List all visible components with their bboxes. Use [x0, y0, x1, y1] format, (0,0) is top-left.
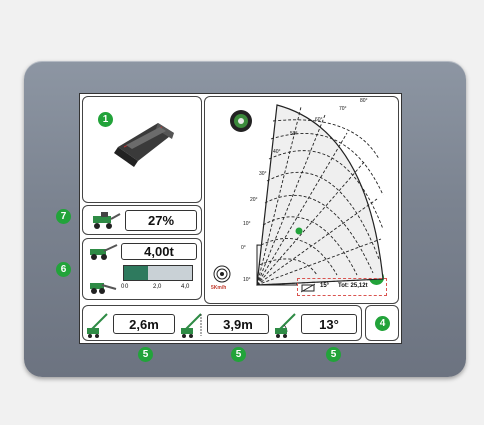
- attachment-panel[interactable]: 1: [82, 96, 202, 203]
- boom-height-value: 3,9m: [207, 314, 269, 334]
- machine-slope-icon: [93, 212, 121, 229]
- angle-label-neg10: 10°: [243, 277, 251, 283]
- weight-tick-4: 4,0: [181, 284, 190, 290]
- boom-angle-value: 13°: [301, 314, 357, 334]
- callout-weight: 6: [56, 262, 71, 277]
- boom-angle-icon: [275, 313, 296, 338]
- speed-limit-label: 5Km/h: [211, 285, 227, 291]
- display-screen: 1 2 3 4: [79, 93, 402, 344]
- load-point-marker: [295, 227, 303, 235]
- load-chart-panel: 2 3 4: [204, 96, 399, 304]
- angle-label-20: 20°: [250, 197, 258, 203]
- side-button[interactable]: 4: [365, 305, 399, 341]
- boom-length-value: 2,6m: [113, 314, 175, 334]
- status-total-value: Tot: 25,12t: [338, 283, 368, 289]
- callout-angle: 5: [326, 347, 341, 362]
- boom-length-icon: [87, 313, 108, 338]
- angle-label-70: 70°: [339, 106, 347, 112]
- angle-label-80: 80°: [360, 98, 368, 104]
- angle-label-60: 60°: [315, 117, 323, 123]
- slope-value: 27%: [125, 210, 197, 231]
- angle-label-40: 40°: [273, 149, 281, 155]
- status-angle-value: 15°: [320, 283, 330, 289]
- bottom-readout-bar: 2,6m 3,9m 13°: [82, 305, 362, 341]
- machine-load-small-icon: [90, 283, 117, 294]
- angle-total-status: 15° Tot: 25,12t: [297, 278, 387, 296]
- callout-height: 5: [231, 347, 246, 362]
- machine-angle-icon: [301, 283, 315, 293]
- weight-value: 4,00t: [121, 243, 197, 260]
- weight-bar: [123, 265, 193, 281]
- bucket-icon: [114, 123, 174, 167]
- callout-side-button: 4: [375, 316, 390, 331]
- load-chart-graph: [256, 104, 384, 286]
- angle-label-0: 0°: [241, 245, 246, 251]
- machine-load-icon: [90, 244, 118, 260]
- weight-panel: 4,00t 0 0 2,0 4,0: [82, 238, 202, 300]
- weight-tick-0: 0: [125, 284, 129, 290]
- load-chart-sector: [256, 104, 384, 286]
- boom-height-icon: [181, 313, 202, 338]
- weight-bar-fill: [124, 266, 148, 280]
- callout-slope: 7: [56, 209, 71, 224]
- weight-tick-prefix: 0: [121, 284, 125, 290]
- speed-icon: [213, 265, 231, 283]
- angle-label-10: 10°: [243, 221, 251, 227]
- angle-label-50: 50°: [290, 131, 298, 137]
- slope-panel: 27%: [82, 205, 202, 235]
- callout-length: 5: [138, 347, 153, 362]
- angle-label-30: 30°: [259, 171, 267, 177]
- weight-tick-2: 2,0: [153, 284, 162, 290]
